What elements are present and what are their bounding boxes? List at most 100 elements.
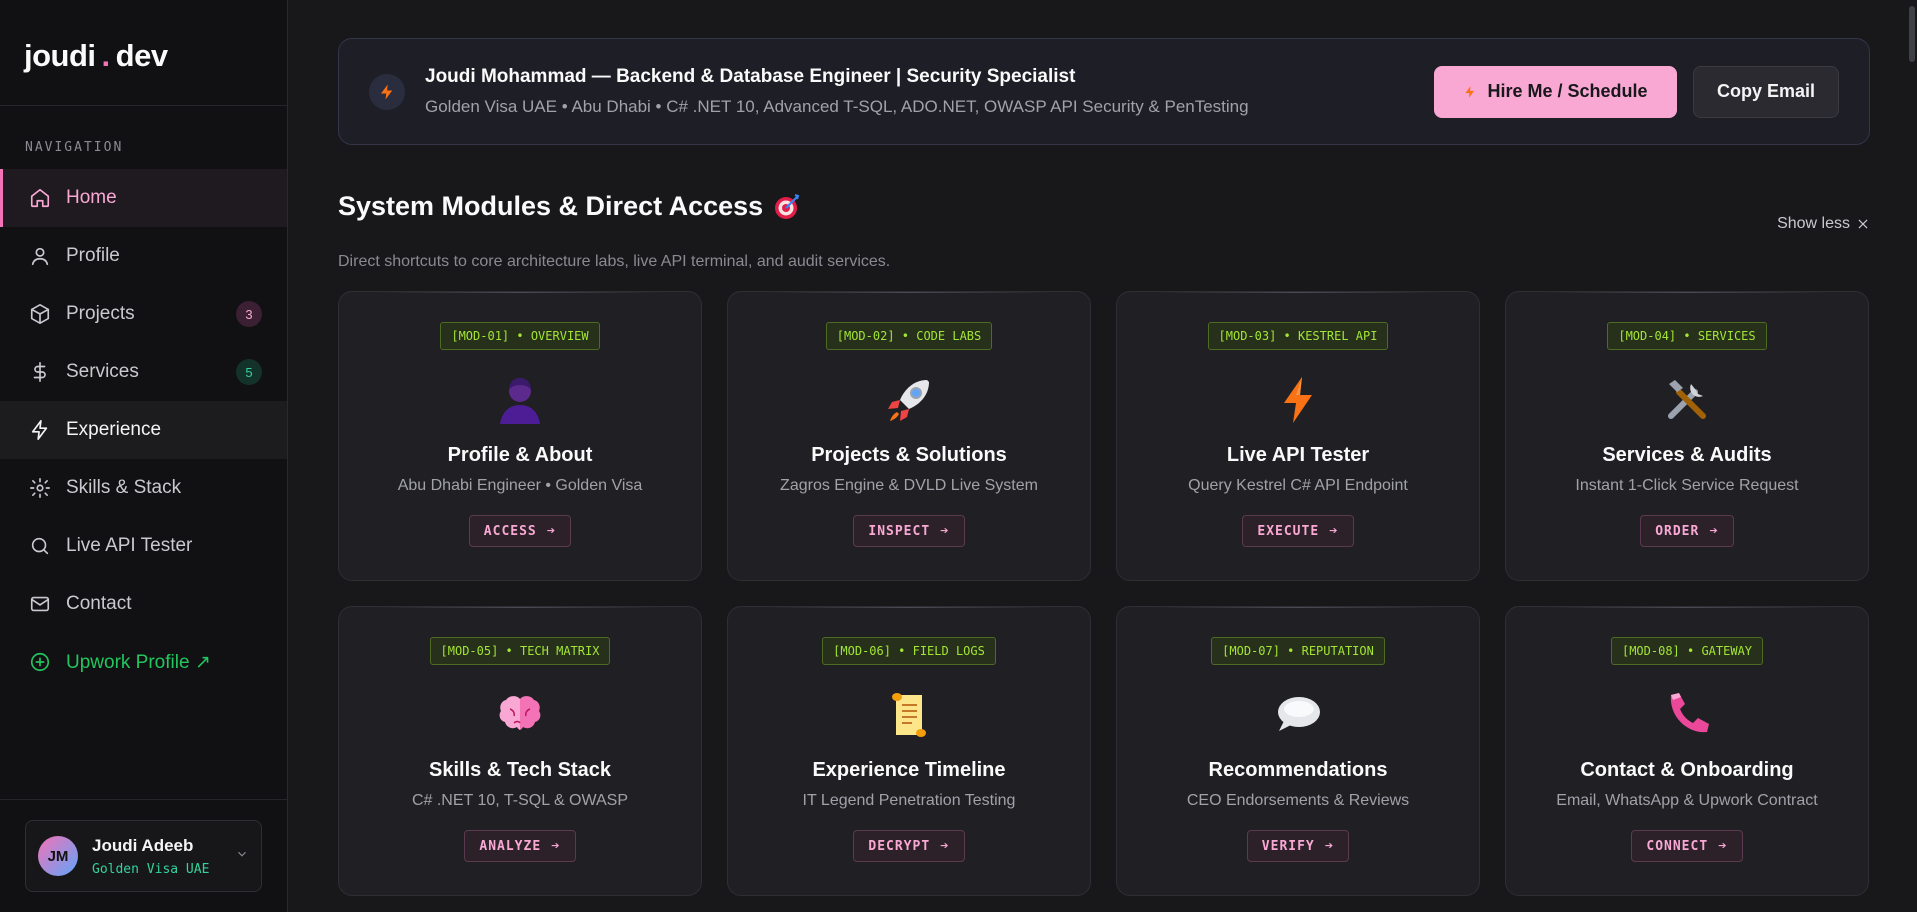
close-icon (1858, 219, 1868, 229)
section-title-text: System Modules & Direct Access (338, 191, 764, 221)
box-icon (29, 303, 51, 325)
sidebar-item-api-tester[interactable]: Live API Tester (0, 517, 287, 575)
sidebar-item-experience[interactable]: Experience (0, 401, 287, 459)
section-title: System Modules & Direct Access (338, 191, 1870, 222)
tools-icon (1661, 374, 1713, 426)
hire-me-button[interactable]: Hire Me / Schedule (1434, 65, 1677, 118)
search-icon (29, 535, 51, 557)
app-root: joudi. dev NAVIGATION Home Profile Projec… (0, 0, 1917, 912)
action-label: DECRYPT (868, 838, 931, 854)
page-scrollbar[interactable] (1909, 6, 1915, 62)
module-card-projects[interactable]: [MOD-02] • CODE LABS Projects & Solution… (727, 291, 1091, 581)
show-less-label: Show less (1777, 215, 1850, 232)
chevron-down-icon (235, 847, 249, 861)
module-card-skills[interactable]: [MOD-05] • TECH MATRIX Skills & Tech Sta… (338, 606, 702, 896)
user-subtitle: Golden Visa UAE (92, 861, 210, 877)
arrow-right-icon: ➔ (1324, 838, 1335, 854)
show-less-toggle[interactable]: Show less (1777, 215, 1870, 233)
access-button[interactable]: ACCESS ➔ (468, 515, 572, 547)
modules-grid: [MOD-01] • OVERVIEW Profile & About Abu … (338, 291, 1870, 896)
dollar-icon (29, 361, 51, 383)
inspect-button[interactable]: INSPECT ➔ (853, 515, 965, 547)
module-title: Projects & Solutions (811, 444, 1007, 466)
section-subtitle: Direct shortcuts to core architecture la… (338, 253, 891, 270)
user-info: Joudi Adeeb Golden Visa UAE (92, 836, 209, 877)
arrow-right-icon: ➔ (940, 838, 950, 854)
arrow-right-icon: ➔ (940, 523, 950, 539)
brain-icon (494, 689, 546, 741)
module-card-contact[interactable]: [MOD-08] • GATEWAY Contact & Onboarding … (1505, 606, 1869, 896)
scroll-icon (883, 689, 935, 741)
module-card-services[interactable]: [MOD-04] • SERVICES Services & Audits In… (1505, 291, 1869, 581)
bolt-icon (29, 419, 51, 441)
module-card-experience[interactable]: [MOD-06] • FIELD LOGS Experience Timelin… (727, 606, 1091, 896)
analyze-button[interactable]: ANALYZE ➔ (464, 830, 576, 862)
module-title: Profile & About (447, 444, 593, 466)
section-header: System Modules & Direct Access Show less… (338, 191, 1870, 277)
lightning-icon (1272, 374, 1324, 426)
module-title: Skills & Tech Stack (429, 759, 611, 781)
sidebar-item-services[interactable]: Services 5 (0, 343, 287, 401)
hero-subtitle: Golden Visa UAE • Abu Dhabi • C# .NET 10… (425, 97, 1249, 116)
arrow-right-icon: ➔ (1709, 523, 1719, 539)
user-menu[interactable]: JM Joudi Adeeb Golden Visa UAE (25, 820, 262, 892)
arrow-right-icon: ➔ (546, 523, 557, 539)
phone-icon (1661, 689, 1713, 741)
sidebar-item-profile[interactable]: Profile (0, 227, 287, 285)
decrypt-button[interactable]: DECRYPT ➔ (853, 830, 965, 862)
action-label: ANALYZE (479, 838, 542, 854)
sidebar-item-projects[interactable]: Projects 3 (0, 285, 287, 343)
logo[interactable]: joudi. dev (0, 0, 287, 106)
sidebar-item-label: Experience (66, 419, 162, 440)
hero-banner: Joudi Mohammad — Backend & Database Engi… (338, 38, 1870, 145)
module-subtitle: CEO Endorsements & Reviews (1186, 792, 1410, 809)
execute-button[interactable]: EXECUTE ➔ (1242, 515, 1354, 547)
lightning-icon (1465, 85, 1475, 98)
module-subtitle: Instant 1-Click Service Request (1575, 477, 1799, 494)
sidebar-item-upwork[interactable]: Upwork Profile ↗ (0, 633, 287, 691)
sidebar-item-contact[interactable]: Contact (0, 575, 287, 633)
module-card-api-tester[interactable]: [MOD-03] • KESTREL API Live API Tester Q… (1116, 291, 1480, 581)
user-icon (29, 245, 51, 267)
module-title: Recommendations (1208, 759, 1388, 781)
copy-email-button[interactable]: Copy Email (1693, 65, 1839, 118)
action-label: VERIFY (1261, 838, 1315, 854)
sidebar-item-label: Live API Tester (66, 535, 193, 556)
lightning-badge-icon (369, 73, 405, 110)
sidebar-item-skills[interactable]: Skills & Stack (0, 459, 287, 517)
sidebar-item-label: Upwork Profile ↗ (66, 651, 211, 673)
arrow-right-icon: ➔ (1718, 838, 1728, 854)
hire-me-label: Hire Me / Schedule (1487, 81, 1648, 101)
mail-icon (29, 593, 51, 615)
module-tag: [MOD-02] • CODE LABS (825, 322, 993, 350)
verify-button[interactable]: VERIFY ➔ (1246, 830, 1350, 862)
connect-button[interactable]: CONNECT ➔ (1631, 830, 1743, 862)
module-title: Experience Timeline (812, 759, 1006, 781)
module-tag: [MOD-03] • KESTREL API (1207, 322, 1389, 350)
logo-second: dev (115, 38, 168, 73)
module-card-recommendations[interactable]: [MOD-07] • REPUTATION Recommendations CE… (1116, 606, 1480, 896)
module-title: Services & Audits (1602, 444, 1772, 466)
sidebar-item-home[interactable]: Home (0, 169, 287, 227)
module-tag: [MOD-05] • TECH MATRIX (429, 637, 611, 665)
module-tag: [MOD-04] • SERVICES (1607, 322, 1767, 350)
module-tag: [MOD-07] • REPUTATION (1211, 637, 1385, 665)
logo-first: joudi (24, 38, 96, 73)
module-tag: [MOD-06] • FIELD LOGS (822, 637, 996, 665)
rocket-icon (883, 374, 935, 426)
speech-bubble-icon (1272, 689, 1324, 741)
sidebar-item-label: Profile (66, 245, 120, 266)
sidebar-item-label: Skills & Stack (66, 477, 182, 498)
module-subtitle: Zagros Engine & DVLD Live System (780, 477, 1038, 494)
hero-title: Joudi Mohammad — Backend & Database Engi… (425, 66, 1076, 87)
nav-title: NAVIGATION (25, 140, 124, 155)
action-label: ORDER (1655, 523, 1700, 539)
sidebar-item-label: Home (66, 187, 117, 208)
plus-circle-icon (29, 651, 51, 673)
module-tag: [MOD-01] • OVERVIEW (440, 322, 600, 350)
order-button[interactable]: ORDER ➔ (1640, 515, 1734, 547)
arrow-right-icon: ➔ (551, 838, 561, 854)
module-card-profile[interactable]: [MOD-01] • OVERVIEW Profile & About Abu … (338, 291, 702, 581)
sidebar: joudi. dev NAVIGATION Home Profile Projec… (0, 0, 288, 912)
logo-dot: . (101, 38, 111, 73)
